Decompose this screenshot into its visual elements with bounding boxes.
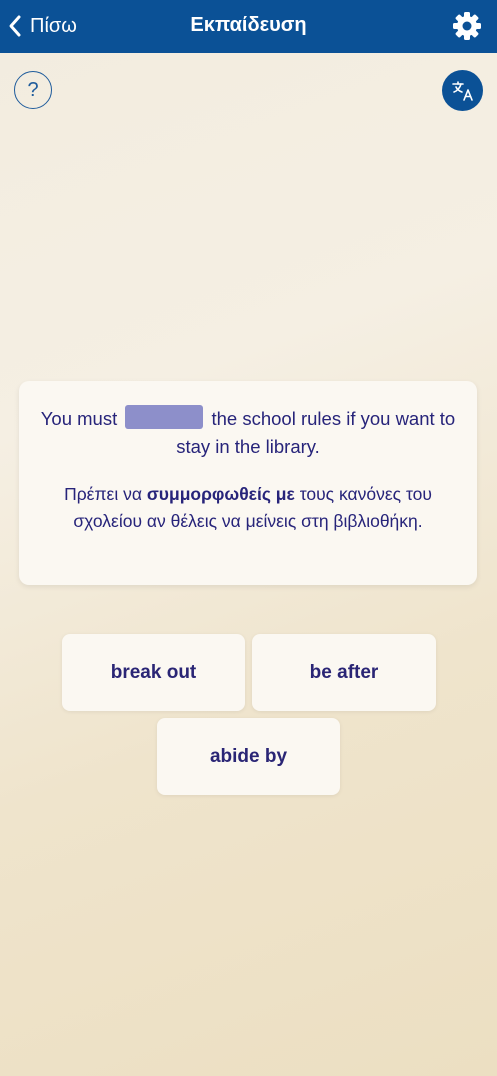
help-button[interactable]: ? (14, 71, 52, 109)
page-title: Εκπαίδευση (190, 14, 307, 36)
question-mark-icon: ? (27, 78, 39, 101)
translation-highlight: συμμορφωθείς με (146, 484, 295, 504)
option-label: break out (110, 661, 197, 683)
exercise-card: You must the school rules if you want to… (19, 381, 477, 585)
top-bar: Πίσω Εκπαίδευση (0, 0, 497, 53)
option-button-1[interactable]: break out (62, 634, 245, 711)
option-button-2[interactable]: be after (252, 634, 436, 711)
sentence-end: the school rules if you want to stay in … (176, 408, 456, 457)
exercise-sentence: You must the school rules if you want to… (39, 405, 457, 461)
option-button-3[interactable]: abide by (157, 718, 340, 795)
sentence-translation: Πρέπει να συμμορφωθείς με τους κανόνες τ… (39, 481, 457, 535)
translate-icon (451, 80, 473, 101)
option-label: abide by (209, 745, 288, 767)
sentence-start: You must (40, 408, 118, 429)
translate-button[interactable] (442, 70, 483, 111)
settings-button[interactable] (451, 10, 483, 42)
translation-start: Πρέπει να (64, 484, 142, 504)
answer-blank (125, 405, 204, 429)
gear-icon (453, 12, 481, 40)
option-label: be after (309, 661, 379, 683)
